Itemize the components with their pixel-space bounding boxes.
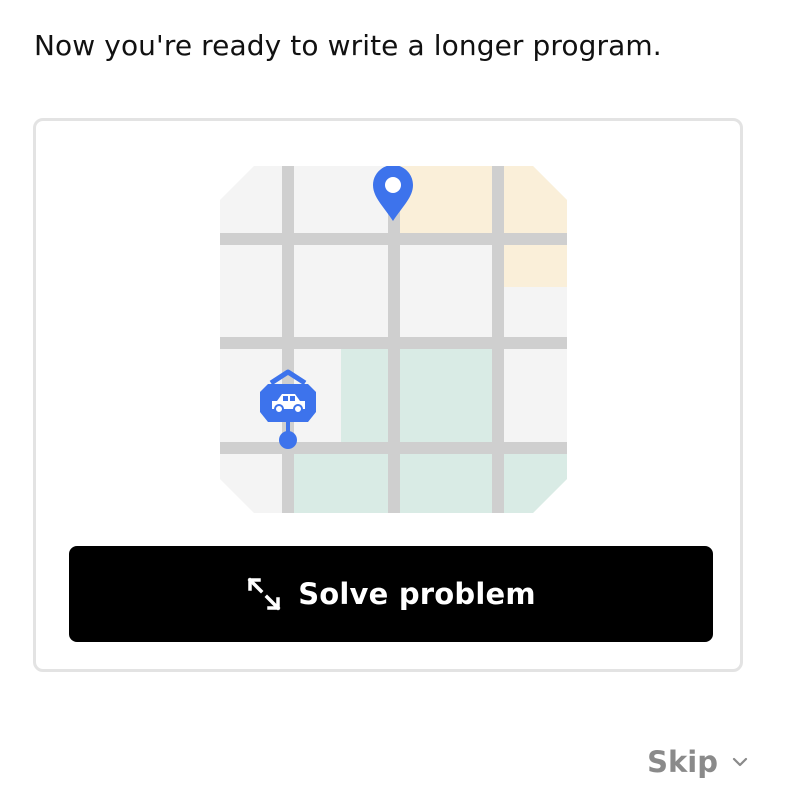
chevron-down-icon	[730, 752, 750, 772]
exercise-card: Solve problem	[33, 118, 743, 672]
map-park-area	[291, 452, 567, 513]
solve-problem-label: Solve problem	[298, 577, 536, 611]
skip-label: Skip	[647, 745, 718, 779]
map-sand-area	[398, 166, 567, 237]
map-road	[220, 233, 567, 245]
map-road	[220, 442, 567, 454]
solve-problem-button[interactable]: Solve problem	[69, 546, 713, 642]
skip-button[interactable]: Skip	[647, 745, 750, 779]
expand-arrows-icon	[246, 576, 282, 612]
intro-text: Now you're ready to write a longer progr…	[34, 29, 662, 62]
map-illustration	[220, 166, 567, 513]
map-road	[220, 337, 567, 349]
